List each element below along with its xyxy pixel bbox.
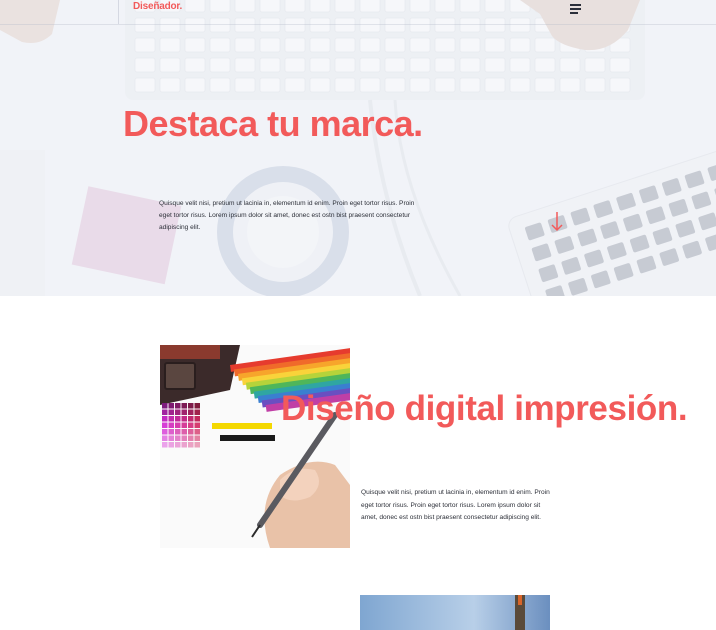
hamburger-menu-icon[interactable] <box>570 4 584 14</box>
top-navigation-bar: Diseñador. <box>0 0 716 25</box>
color-swatches-photo <box>160 345 350 548</box>
brand-logo[interactable]: Diseñador. <box>133 1 182 12</box>
hero-overlay <box>0 0 716 296</box>
hero-description: Quisque velit nisi, pretium ut lacinia i… <box>159 200 415 232</box>
arrow-down-icon[interactable] <box>549 210 565 234</box>
topbar-divider <box>118 0 119 24</box>
next-section-photo <box>360 595 550 630</box>
hero-title: Destaca tu marca. <box>123 103 423 144</box>
design-title-line: Diseño digital impresión. <box>281 389 688 428</box>
design-section-description: Quisque velit nisi, pretium ut lacinia i… <box>361 489 550 522</box>
design-section-title: Diseño digital impresión. <box>281 386 688 431</box>
hero-section: Diseñador. Destaca tu marca. Quisque vel… <box>0 0 716 296</box>
